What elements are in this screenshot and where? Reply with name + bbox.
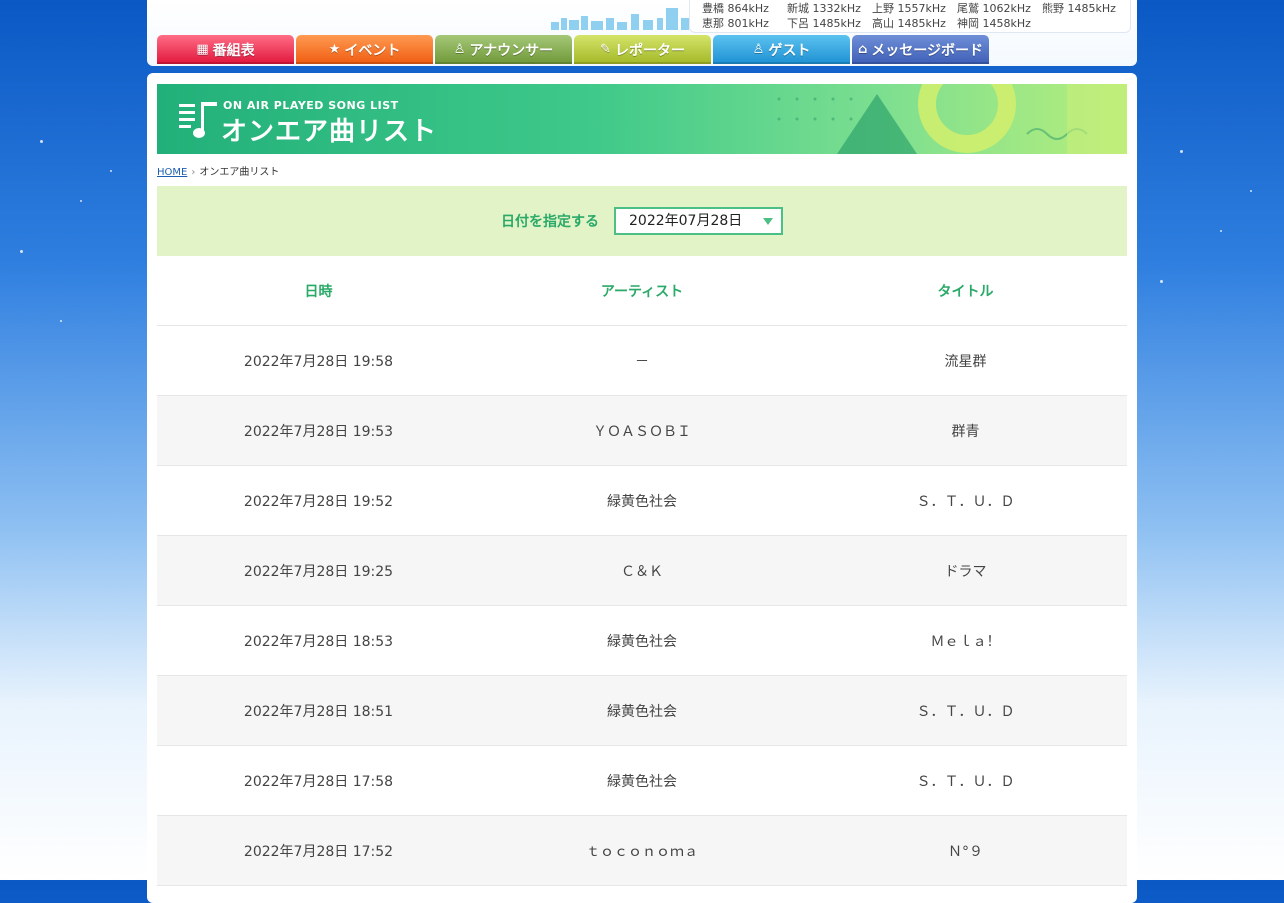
cell-title: Ｓ．Ｔ．Ｕ．Ｄ: [916, 703, 1015, 720]
music-note-icon: [179, 102, 217, 138]
date-filter-bar: 日付を指定する 2022年07月28日: [157, 186, 1127, 256]
date-filter-label: 日付を指定する: [501, 214, 599, 230]
column-header-datetime: 日時: [304, 283, 333, 300]
grid-icon: ▦: [196, 42, 209, 57]
cell-artist: －: [635, 353, 649, 370]
cell-artist: 緑黄色社会: [607, 703, 677, 720]
site-header: 豊橋 864kHz 新城 1332kHz 上野 1557kHz 尾鷲 1062k…: [147, 0, 1137, 66]
frequency-item: 熊野 1485kHz: [1042, 2, 1116, 15]
table-row: 2022年7月28日 17:52 ｔｏｃｏｎｏｍａ Ｎ°９: [157, 816, 1127, 886]
cell-title: Ｓ．Ｔ．Ｕ．Ｄ: [916, 493, 1015, 510]
cell-datetime: 2022年7月28日 19:52: [243, 493, 394, 510]
cell-title: Ｍｅｌａ！: [930, 633, 1001, 650]
cell-artist: Ｃ＆Ｋ: [621, 563, 663, 580]
table-row: 2022年7月28日 18:51 緑黄色社会 Ｓ．Ｔ．Ｕ．Ｄ: [157, 676, 1127, 746]
cell-title: Ｎ°９: [948, 843, 983, 860]
table-row: 2022年7月28日 19:53 ＹＯＡＳＯＢＩ 群青: [157, 396, 1127, 466]
nav-tab-guest[interactable]: ♙ ゲスト: [713, 35, 850, 64]
table-row: 2022年7月28日 19:52 緑黄色社会 Ｓ．Ｔ．Ｕ．Ｄ: [157, 466, 1127, 536]
chevron-right-icon: ›: [191, 167, 196, 178]
person-icon: ♙: [453, 42, 466, 57]
cell-artist: 緑黄色社会: [607, 493, 677, 510]
cell-datetime: 2022年7月28日 17:58: [243, 773, 394, 790]
cell-artist: 緑黄色社会: [607, 773, 677, 790]
frequency-item: 上野 1557kHz: [872, 2, 946, 15]
cell-datetime: 2022年7月28日 19:25: [243, 563, 394, 580]
page-title: オンエア曲リスト: [221, 117, 438, 147]
cell-datetime: 2022年7月28日 17:52: [243, 843, 394, 860]
star-icon: ★: [328, 42, 341, 57]
cell-title: 流星群: [944, 353, 987, 370]
nav-tab-announcer[interactable]: ♙ アナウンサー: [435, 35, 572, 64]
column-header-artist: アーティスト: [600, 283, 684, 300]
frequency-list: 豊橋 864kHz 新城 1332kHz 上野 1557kHz 尾鷲 1062k…: [689, 0, 1131, 33]
cell-title: Ｓ．Ｔ．Ｕ．Ｄ: [916, 773, 1015, 790]
date-select[interactable]: 2022年07月28日: [614, 207, 783, 235]
cell-artist: 緑黄色社会: [607, 633, 677, 650]
cell-datetime: 2022年7月28日 18:53: [243, 633, 394, 650]
cell-title: ドラマ: [944, 563, 987, 580]
frequency-item: 恵那 801kHz: [702, 17, 769, 30]
column-header-title: タイトル: [937, 283, 994, 300]
frequency-item: 高山 1485kHz: [872, 17, 946, 30]
breadcrumb-home-link[interactable]: HOME: [157, 167, 187, 178]
chevron-down-icon: [763, 218, 773, 225]
main-navigation: ▦ 番組表 ★ イベント ♙ アナウンサー ✎ レポーター ♙ ゲスト ⌂ メッセージボード: [157, 35, 989, 65]
banner-decoration: [777, 84, 1127, 154]
cell-datetime: 2022年7月28日 19:53: [243, 423, 394, 440]
cell-datetime: 2022年7月28日 18:51: [243, 703, 394, 720]
frequency-item: 神岡 1458kHz: [957, 17, 1031, 30]
nav-tab-reporter[interactable]: ✎ レポーター: [574, 35, 711, 64]
table-row: 2022年7月28日 19:25 Ｃ＆Ｋ ドラマ: [157, 536, 1127, 606]
table-header-row: 日時 アーティスト タイトル: [157, 256, 1127, 326]
nav-tab-message-board[interactable]: ⌂ メッセージボード: [852, 35, 989, 64]
microphone-icon: ✎: [600, 42, 611, 57]
board-icon: ⌂: [857, 42, 868, 57]
breadcrumb-current: オンエア曲リスト: [199, 167, 280, 178]
table-row: 2022年7月28日 18:53 緑黄色社会 Ｍｅｌａ！: [157, 606, 1127, 676]
frequency-item: 下呂 1485kHz: [787, 17, 861, 30]
table-row: 2022年7月28日 19:58 － 流星群: [157, 326, 1127, 396]
frequency-item: 新城 1332kHz: [787, 2, 861, 15]
page-banner: ON AIR PLAYED SONG LIST オンエア曲リスト: [157, 84, 1127, 154]
nav-tab-event[interactable]: ★ イベント: [296, 35, 433, 64]
cell-artist: ＹＯＡＳＯＢＩ: [593, 423, 691, 440]
main-content: ON AIR PLAYED SONG LIST オンエア曲リスト HOME › オン…: [147, 73, 1137, 903]
nav-tab-program-schedule[interactable]: ▦ 番組表: [157, 35, 294, 64]
cell-artist: ｔｏｃｏｎｏｍａ: [586, 843, 698, 860]
song-list-table: 日時 アーティスト タイトル 2022年7月28日 19:58 － 流星群 20…: [157, 256, 1127, 886]
cell-title: 群青: [951, 423, 980, 440]
cell-datetime: 2022年7月28日 19:58: [243, 353, 394, 370]
table-row: 2022年7月28日 17:58 緑黄色社会 Ｓ．Ｔ．Ｕ．Ｄ: [157, 746, 1127, 816]
person-icon: ♙: [752, 42, 765, 57]
breadcrumb: HOME › オンエア曲リスト: [157, 163, 279, 178]
frequency-item: 豊橋 864kHz: [702, 2, 769, 15]
frequency-item: 尾鷲 1062kHz: [957, 2, 1031, 15]
